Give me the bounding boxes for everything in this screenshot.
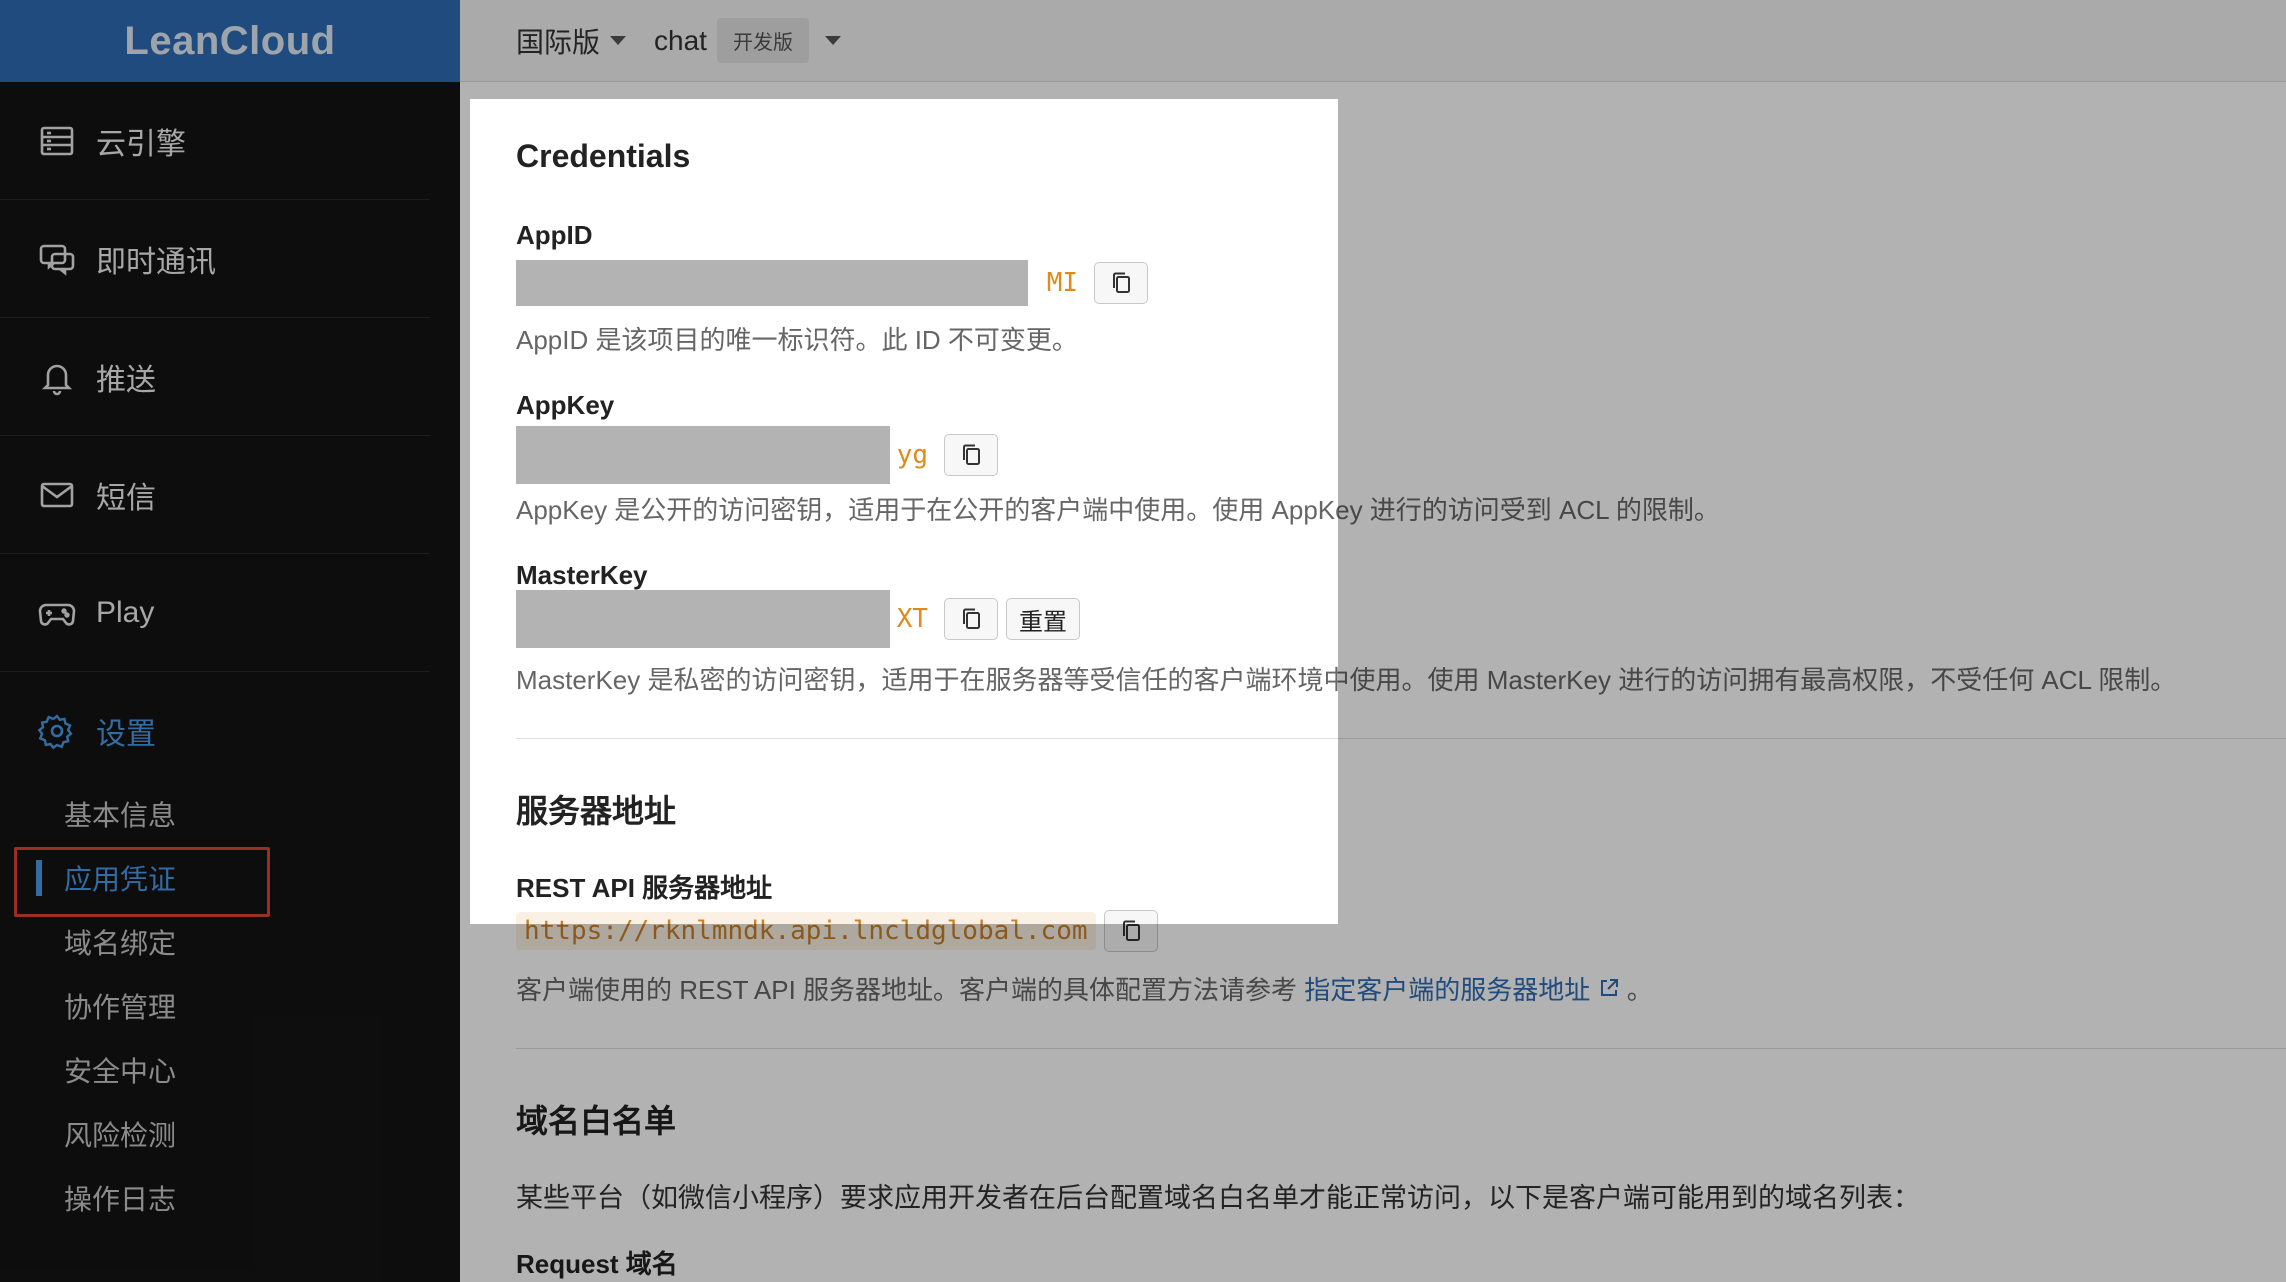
sidebar-item-label: 推送 <box>96 363 156 397</box>
sidebar: LeanCloud 云引擎 即时通讯 推送 短信 Play 设置 基本信息 应用… <box>0 0 460 1282</box>
gear-icon <box>36 710 78 752</box>
sidebar-item-settings[interactable]: 设置 <box>0 672 430 790</box>
sidebar-item-label: Play <box>96 595 155 629</box>
redaction-mask <box>516 590 890 648</box>
bell-icon <box>36 356 78 398</box>
region-label: 国际版 <box>516 26 601 58</box>
gamepad-icon <box>36 592 78 634</box>
settings-subnav: 基本信息 应用凭证 域名绑定 协作管理 安全中心 风险检测 操作日志 <box>0 782 430 1230</box>
main-content: Credentials AppID MI AppID 是该项目的唯一标识符。此 … <box>460 82 2286 1282</box>
whitelist-title: 域名白名单 <box>516 1103 677 1139</box>
app-plan-badge: 开发版 <box>716 18 809 63</box>
subnav-domain-binding[interactable]: 域名绑定 <box>0 910 430 974</box>
appkey-label: AppKey <box>516 390 615 420</box>
copy-icon <box>963 444 980 465</box>
section-divider <box>516 1048 2286 1049</box>
copy-icon <box>1122 920 1140 941</box>
topbar: 国际版 chat 开发版 <box>460 0 2286 82</box>
chevron-down-icon[interactable] <box>824 36 841 45</box>
subnav-basic-info[interactable]: 基本信息 <box>0 782 430 846</box>
appkey-row: yg <box>516 426 998 484</box>
server-title: 服务器地址 <box>516 793 677 829</box>
app-name[interactable]: chat <box>654 25 707 57</box>
rest-api-help-text: 客户端使用的 REST API 服务器地址。客户端的具体配置方法请参考 <box>516 975 1298 1005</box>
appid-label: AppID <box>516 220 593 250</box>
chevron-down-icon <box>610 36 627 45</box>
server-icon <box>36 120 78 162</box>
appid-help: AppID 是该项目的唯一标识符。此 ID 不可变更。 <box>516 325 1078 355</box>
credentials-title: Credentials <box>516 138 691 174</box>
region-selector[interactable]: 国际版 <box>516 21 627 61</box>
copy-icon <box>963 608 980 629</box>
whitelist-description: 某些平台（如微信小程序）要求应用开发者在后台配置域名白名单才能正常访问，以下是客… <box>516 1183 1920 1213</box>
appkey-value[interactable]: yg <box>516 426 936 484</box>
subnav-collaboration[interactable]: 协作管理 <box>0 974 430 1038</box>
chat-icon <box>36 238 78 280</box>
rest-api-row: https://rknlmndk.api.lncldglobal.com <box>516 910 1158 952</box>
masterkey-visible-suffix: XT <box>896 604 928 634</box>
section-divider <box>516 738 2286 739</box>
reset-masterkey-button[interactable]: 重置 <box>1006 598 1080 640</box>
copy-rest-url-button[interactable] <box>1103 910 1158 952</box>
rest-api-help-suffix: 。 <box>1626 975 1653 1005</box>
masterkey-row: XT 重置 <box>516 590 1080 648</box>
server-config-link[interactable]: 指定客户端的服务器地址 <box>1304 975 1619 1005</box>
sidebar-item-label: 设置 <box>96 718 156 751</box>
copy-icon <box>1113 272 1130 293</box>
sidebar-item-im[interactable]: 即时通讯 <box>0 200 430 318</box>
rest-api-label: REST API 服务器地址 <box>516 873 773 903</box>
subnav-risk-detection[interactable]: 风险检测 <box>0 1102 430 1166</box>
masterkey-help: MasterKey 是私密的访问密钥，适用于在服务器等受信任的客户端环境中使用。… <box>516 665 2177 695</box>
appid-value[interactable]: MI <box>516 260 1086 306</box>
redaction-mask <box>516 260 1028 306</box>
sidebar-item-label: 即时通讯 <box>96 245 216 279</box>
sidebar-item-label: 云引擎 <box>96 127 186 161</box>
subnav-security-center[interactable]: 安全中心 <box>0 1038 430 1102</box>
appid-row: MI <box>516 260 1148 306</box>
subnav-app-credentials[interactable]: 应用凭证 <box>0 846 430 910</box>
rest-api-url[interactable]: https://rknlmndk.api.lncldglobal.com <box>516 912 1096 950</box>
brand-logo[interactable]: LeanCloud <box>0 0 460 82</box>
sidebar-item-cloud-engine[interactable]: 云引擎 <box>0 82 430 200</box>
external-link-icon <box>1600 979 1618 996</box>
request-domain-label: Request 域名 <box>516 1249 678 1279</box>
redaction-mask <box>516 426 890 484</box>
mail-icon <box>36 474 78 516</box>
sidebar-nav: 云引擎 即时通讯 推送 短信 Play 设置 <box>0 82 430 790</box>
appid-visible-suffix: MI <box>1046 268 1078 298</box>
copy-appid-button[interactable] <box>1094 262 1148 304</box>
copy-masterkey-button[interactable] <box>944 598 998 640</box>
sidebar-item-label: 短信 <box>96 481 156 515</box>
appkey-visible-suffix: yg <box>896 440 928 470</box>
sidebar-item-play[interactable]: Play <box>0 554 430 672</box>
subnav-operation-log[interactable]: 操作日志 <box>0 1166 430 1230</box>
brand-name: LeanCloud <box>124 18 336 63</box>
sidebar-item-sms[interactable]: 短信 <box>0 436 430 554</box>
masterkey-label: MasterKey <box>516 560 648 590</box>
appkey-help: AppKey 是公开的访问密钥，适用于在公开的客户端中使用。使用 AppKey … <box>516 495 1720 525</box>
sidebar-item-push[interactable]: 推送 <box>0 318 430 436</box>
rest-api-help: 客户端使用的 REST API 服务器地址。客户端的具体配置方法请参考 指定客户… <box>516 970 1653 1007</box>
copy-appkey-button[interactable] <box>944 434 998 476</box>
server-config-link-text: 指定客户端的服务器地址 <box>1304 975 1591 1005</box>
masterkey-value[interactable]: XT <box>516 590 936 648</box>
